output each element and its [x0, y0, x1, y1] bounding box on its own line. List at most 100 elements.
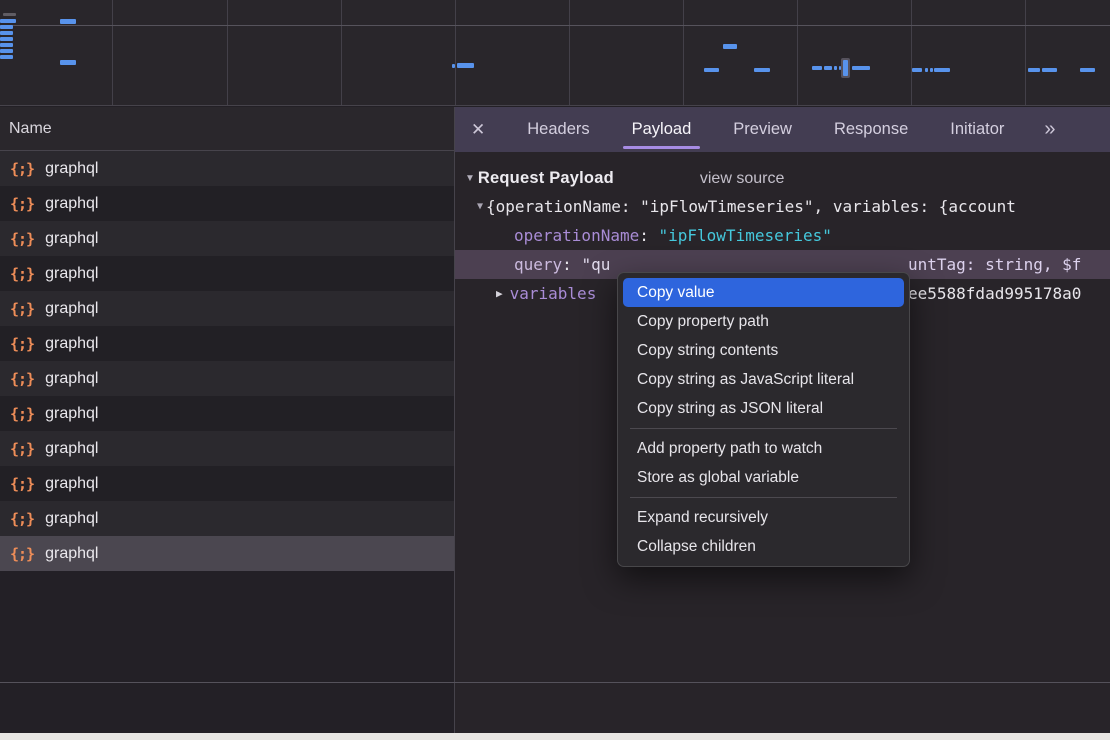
request-timing-bar	[1080, 68, 1095, 72]
property-value-end: untTag: string, $f	[908, 250, 1081, 279]
timeline-gridline	[341, 0, 342, 105]
tab-preview[interactable]: Preview	[731, 107, 794, 152]
request-timing-bar	[930, 68, 933, 72]
network-request-row[interactable]: {;}graphql	[0, 396, 454, 431]
network-request-row[interactable]: {;} graphql	[0, 466, 454, 501]
network-request-row[interactable]: {;} graphql	[0, 221, 454, 256]
tabs: Headers Payload Preview Response Initiator	[525, 107, 1006, 152]
request-timing-bar	[0, 19, 16, 23]
json-braces-icon: {;}	[10, 230, 34, 248]
tab-initiator[interactable]: Initiator	[948, 107, 1006, 152]
network-request-row[interactable]: {;}graphql	[0, 151, 454, 186]
menu-item-copy-string-as-javascript-literal[interactable]: Copy string as JavaScript literal	[623, 365, 904, 394]
request-name-label: graphql	[45, 510, 98, 528]
tab-payload[interactable]: Payload	[630, 107, 694, 152]
timeline-gridline	[911, 0, 912, 105]
page-bottom-edge	[0, 733, 1110, 740]
section-title: Request Payload	[478, 169, 614, 188]
json-braces-icon: {;}	[10, 370, 34, 388]
request-name-label: graphql	[45, 475, 98, 493]
property-key: query	[514, 255, 562, 274]
request-timing-bar	[824, 66, 832, 70]
network-request-row[interactable]: {;} graphql	[0, 291, 454, 326]
timeline-gridline	[1025, 0, 1026, 105]
request-timing-bar	[934, 68, 950, 72]
timeline-gridline	[455, 0, 456, 105]
request-name-label: graphql	[45, 230, 98, 248]
json-braces-icon: {;}	[10, 475, 34, 493]
request-timing-bar	[1042, 68, 1057, 72]
network-request-row[interactable]: {;} graphql	[0, 501, 454, 536]
request-timing-bar	[0, 37, 13, 41]
menu-item-collapse-children[interactable]: Collapse children	[623, 532, 904, 561]
collapse-triangle-icon[interactable]: ▼	[477, 201, 483, 212]
property-value-start: "qu	[581, 255, 610, 274]
tab-response[interactable]: Response	[832, 107, 910, 152]
timeline-gridline	[227, 0, 228, 105]
request-name-label: graphql	[45, 160, 98, 178]
request-name-label: graphql	[45, 545, 98, 563]
request-payload-section-header[interactable]: ▼ Request Payload view source	[455, 165, 1110, 192]
request-timing-bar	[0, 55, 13, 59]
menu-item-copy-string-as-json-literal[interactable]: Copy string as JSON literal	[623, 394, 904, 423]
request-timing-bar	[0, 31, 13, 35]
network-request-row[interactable]: {;}graphql	[0, 256, 454, 291]
context-menu: Copy valueCopy property pathCopy string …	[617, 272, 910, 567]
name-column-header[interactable]: Name	[0, 107, 454, 151]
colon: :	[639, 226, 658, 245]
menu-item-expand-recursively[interactable]: Expand recursively	[623, 503, 904, 532]
colon: :	[562, 255, 581, 274]
json-braces-icon: {;}	[10, 335, 34, 353]
request-timing-bar	[912, 68, 922, 72]
timeline-gridline	[112, 0, 113, 105]
close-icon[interactable]: ✕	[471, 120, 485, 140]
request-timing-bar	[0, 49, 13, 53]
expand-triangle-icon[interactable]: ▶	[496, 287, 503, 300]
payload-root-row[interactable]: ▼ {operationName: "ipFlowTimeseries", va…	[455, 192, 1110, 221]
property-value-end: ee5588fdad995178a0	[908, 279, 1081, 308]
request-name-label: graphql	[45, 440, 98, 458]
request-name-label: graphql	[45, 405, 98, 423]
menu-item-store-as-global-variable[interactable]: Store as global variable	[623, 463, 904, 492]
request-timing-bar	[812, 66, 822, 70]
request-timing-bar	[0, 25, 13, 29]
property-value: "ipFlowTimeseries"	[659, 226, 832, 245]
collapse-triangle-icon[interactable]: ▼	[465, 173, 475, 184]
more-tabs-icon[interactable]: »	[1044, 118, 1055, 141]
property-key: variables	[510, 284, 597, 303]
request-name-label: graphql	[45, 335, 98, 353]
view-source-link[interactable]: view source	[700, 170, 784, 188]
request-timing-bar	[852, 66, 870, 70]
root-preview-text: {operationName: "ipFlowTimeseries", vari…	[486, 197, 1016, 216]
request-name-label: graphql	[45, 300, 98, 318]
payload-row-operation-name[interactable]: operationName: "ipFlowTimeseries"	[455, 221, 1110, 250]
request-timing-bar	[1028, 68, 1040, 72]
network-request-row[interactable]: {;} graphql	[0, 361, 454, 396]
json-braces-icon: {;}	[10, 510, 34, 528]
detail-tab-bar: ✕ Headers Payload Preview Response Initiator…	[455, 107, 1110, 152]
request-name-label: graphql	[45, 370, 98, 388]
network-request-row[interactable]: {;}graphql	[0, 186, 454, 221]
menu-item-copy-string-contents[interactable]: Copy string contents	[623, 336, 904, 365]
request-timing-bar	[452, 64, 455, 68]
network-request-row[interactable]: {;}graphql	[0, 431, 454, 466]
timeline-gridline	[797, 0, 798, 105]
timeline-hairline	[0, 25, 1110, 26]
menu-item-copy-property-path[interactable]: Copy property path	[623, 307, 904, 336]
request-timing-bar	[60, 60, 76, 65]
request-timing-bar	[0, 43, 13, 47]
request-timing-bar	[3, 13, 16, 16]
request-timing-bar	[754, 68, 770, 72]
request-timing-bar	[457, 63, 474, 68]
menu-item-add-property-path-to-watch[interactable]: Add property path to watch	[623, 434, 904, 463]
network-request-row[interactable]: {;} graphql	[0, 326, 454, 361]
menu-separator	[630, 428, 897, 429]
network-request-row[interactable]: {;} graphql	[0, 536, 454, 571]
json-braces-icon: {;}	[10, 545, 34, 563]
menu-item-copy-value[interactable]: Copy value	[623, 278, 904, 307]
network-overview-timeline[interactable]	[0, 0, 1110, 106]
devtools-window: Name {;} graphql {;} graphql {;} graphql {;} gr…	[0, 0, 1110, 740]
request-name-label: graphql	[45, 265, 98, 283]
tab-headers[interactable]: Headers	[525, 107, 591, 152]
json-braces-icon: {;}	[10, 300, 34, 318]
